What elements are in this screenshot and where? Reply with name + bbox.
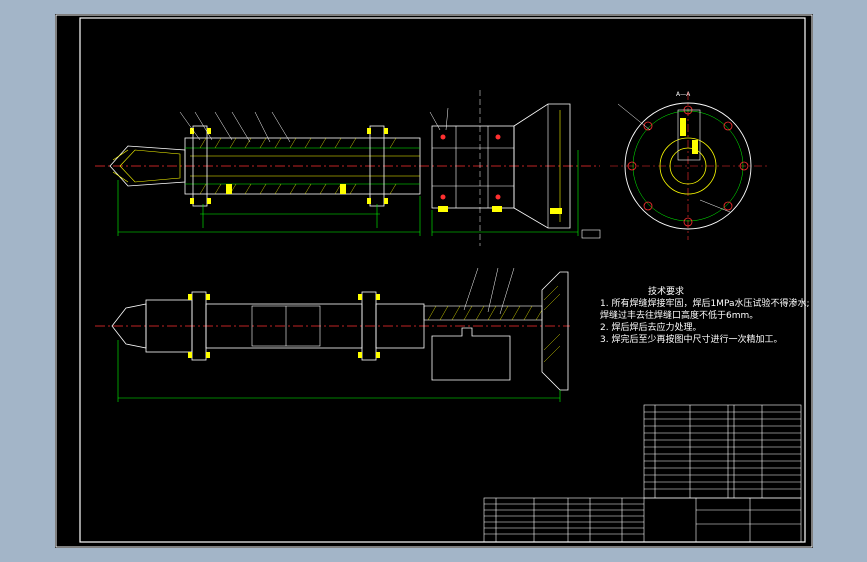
section-label: A—A	[676, 91, 691, 98]
tech-req-item: 1. 所有焊缝焊接牢固，焊后1MPa水压试验不得渗水;	[600, 299, 810, 309]
tech-req-title: 技术要求	[648, 287, 685, 297]
technical-requirements: 技术要求 1. 所有焊缝焊接牢固，焊后1MPa水压试验不得渗水; 焊缝过丰去往焊…	[600, 286, 810, 346]
tech-req-item: 2. 焊后焊后去应力处理。	[600, 323, 702, 333]
tech-req-item: 3. 焊完后至少再按图中尺寸进行一次精加工。	[600, 335, 783, 345]
cad-drawing-canvas[interactable]: A—A	[0, 0, 867, 562]
tech-req-item: 焊缝过丰去往焊缝口高度不低于6mm。	[600, 311, 759, 321]
